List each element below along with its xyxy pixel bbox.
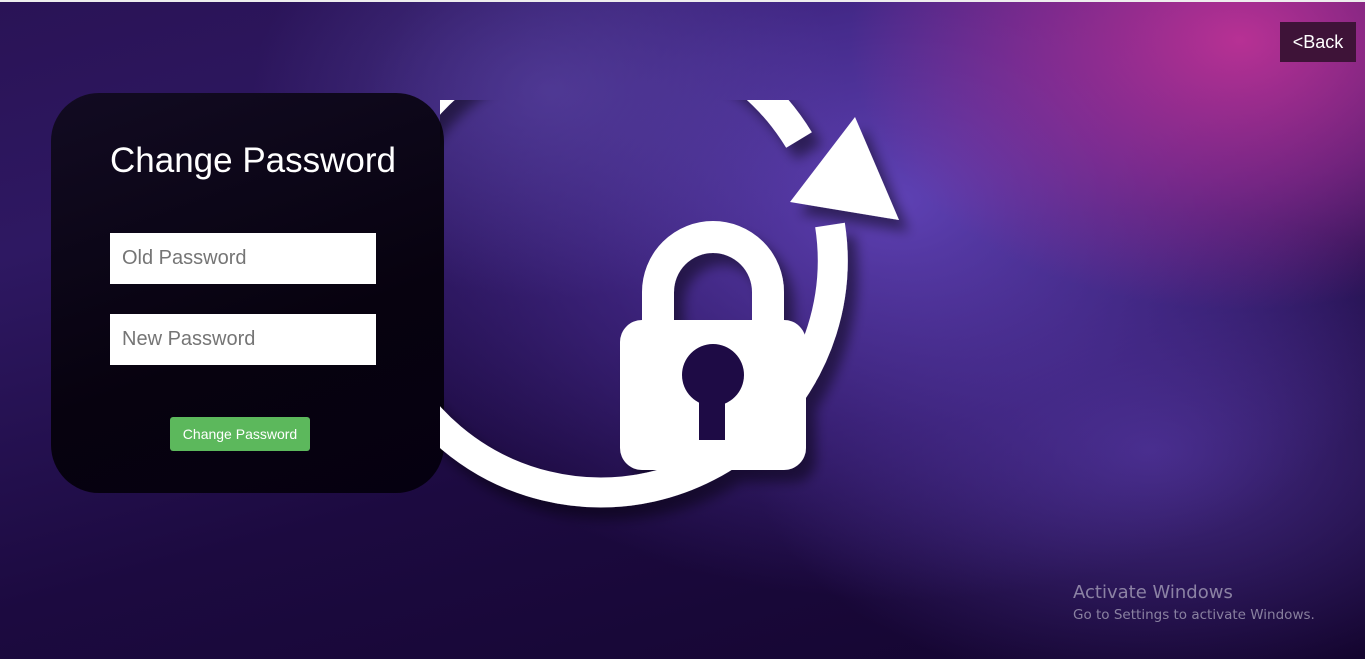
windows-activation-watermark: Activate Windows Go to Settings to activ… [1073, 582, 1315, 626]
change-password-card: Change Password Change Password [51, 93, 444, 493]
watermark-subtitle: Go to Settings to activate Windows. [1073, 607, 1315, 623]
change-password-page: <Back Change Password Change Password Ac… [0, 0, 1365, 659]
lock-shackle [642, 221, 784, 328]
lock-refresh-icon [353, 13, 980, 610]
top-border [0, 0, 1365, 2]
new-password-input[interactable] [110, 314, 376, 365]
old-password-input[interactable] [110, 233, 376, 284]
keyhole-slot [699, 390, 725, 440]
change-password-button[interactable]: Change Password [170, 417, 310, 451]
back-button[interactable]: <Back [1280, 22, 1356, 62]
watermark-title: Activate Windows [1073, 582, 1233, 603]
page-title: Change Password [110, 141, 396, 180]
